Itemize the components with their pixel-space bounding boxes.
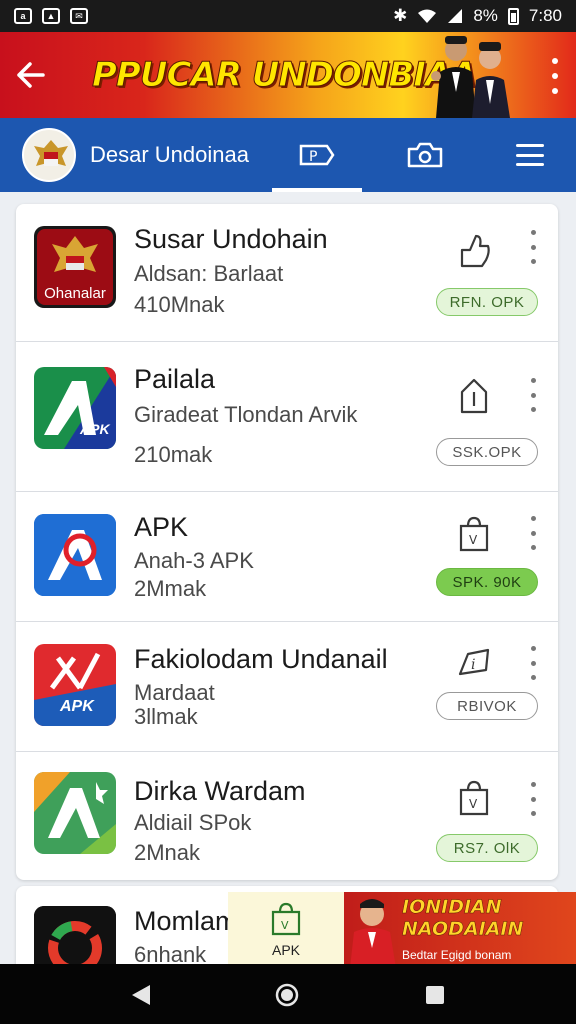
list-item[interactable]: APK Fakiolodam Undanail Mardaat 3llmak i…	[16, 622, 558, 752]
home-icon[interactable]	[274, 982, 300, 1008]
app-subtitle: Anah-3 APK	[134, 548, 254, 573]
app-size: 2Mnak	[134, 840, 201, 865]
ad-title-line2: NAODAIAIN	[402, 918, 524, 941]
ad-left-label: APK	[271, 942, 300, 958]
recents-icon[interactable]	[422, 982, 448, 1008]
image-icon: ▲	[42, 8, 60, 24]
thumbs-up-icon[interactable]	[456, 230, 492, 270]
app-name: Dirka Wardam	[134, 776, 306, 806]
app-icon-label: Ohanalar	[44, 285, 106, 302]
nav-bar: Desar Undoinaa P	[0, 118, 576, 192]
download-bag-icon[interactable]: V	[456, 778, 492, 818]
battery-percent: 8%	[473, 6, 498, 25]
app-subtitle: Giradeat Tlondan Arvik	[134, 402, 358, 427]
info-tag-icon[interactable]: i	[456, 644, 492, 684]
list-item[interactable]: APK Anah-3 APK 2Mmak V SPK. 90K	[16, 492, 558, 622]
more-options-button[interactable]	[526, 378, 540, 412]
app-subtitle: Aldsan: Barlaat	[134, 261, 284, 286]
svg-text:i: i	[471, 657, 475, 673]
download-button[interactable]: RFN. OPK	[436, 288, 538, 316]
app-name: Momlam	[134, 906, 238, 936]
app-icon-label: APK	[60, 698, 94, 715]
app-icon: APK	[34, 367, 116, 449]
ad-subtitle: Bedtar Egigd bonam	[402, 948, 512, 962]
ad-title-line1: IONIDIAN	[402, 896, 502, 919]
more-options-button[interactable]	[526, 782, 540, 816]
svg-text:P: P	[309, 149, 317, 165]
list-item[interactable]: APK Pailala Giradeat Tlondan Arvik 210ma…	[16, 342, 558, 492]
back-icon[interactable]	[128, 982, 154, 1008]
bluetooth-icon: ✱	[393, 6, 408, 25]
app-size: 210mak	[134, 442, 213, 467]
wifi-icon	[418, 9, 437, 23]
mail-icon: ✉	[70, 8, 88, 24]
app-subtitle: Aldiail SPok	[134, 810, 252, 835]
tab-store[interactable]: P	[272, 118, 362, 192]
app-icon	[34, 772, 116, 854]
store-tag-icon: P	[299, 144, 335, 166]
shopping-bag-icon[interactable]: V	[456, 514, 492, 554]
svg-text:V: V	[469, 797, 478, 811]
more-options-button[interactable]	[526, 516, 540, 550]
nav-title: Desar Undoinaa	[90, 142, 249, 167]
camera-icon	[407, 142, 443, 168]
app-icon-label: APK	[80, 421, 110, 437]
list-item[interactable]: Ohanalar Susar Undohain Aldsan: Barlaat …	[16, 204, 558, 342]
download-button[interactable]: SSK.OPK	[436, 438, 538, 466]
ad-person-image	[350, 899, 396, 968]
app-size: 3llmak	[134, 704, 198, 729]
bag-tag-icon[interactable]	[456, 376, 492, 416]
battery-icon	[507, 7, 519, 25]
tab-camera[interactable]	[380, 118, 470, 192]
clock: 7:80	[528, 6, 562, 25]
ad-title: IONIDIAN NAODAIAIN	[402, 896, 524, 941]
ad-right: IONIDIAN NAODAIAIN Bedtar Egigd bonam	[344, 892, 576, 968]
more-options-button[interactable]	[526, 646, 540, 680]
app-name: Pailala	[134, 364, 216, 394]
system-nav-bar	[0, 964, 576, 1024]
app-icon	[34, 514, 116, 596]
app-icon: APK	[34, 644, 116, 726]
banner-more-button[interactable]	[550, 58, 560, 94]
banner-title: PPUCAR UNDONBIAA	[92, 55, 478, 96]
arrow-left-icon	[17, 62, 45, 88]
signal-icon	[448, 9, 463, 23]
notification-a-icon: a	[14, 8, 32, 24]
svg-text:V: V	[469, 533, 478, 547]
banner-people-image	[431, 36, 510, 118]
download-button[interactable]: RS7. OlK	[436, 834, 538, 862]
app-icon: Ohanalar	[34, 226, 116, 308]
download-button[interactable]: SPK. 90K	[436, 568, 538, 596]
list-item[interactable]: Dirka Wardam Aldiail SPok 2Mnak V RS7. O…	[16, 752, 558, 880]
app-size: 2Mmak	[134, 576, 207, 601]
app-list: Ohanalar Susar Undohain Aldsan: Barlaat …	[16, 204, 558, 880]
app-subtitle: Mardaat	[134, 680, 215, 705]
app-name: APK	[134, 512, 189, 542]
download-button[interactable]: RBIVOK	[436, 692, 538, 720]
shopping-bag-icon: V	[271, 902, 301, 936]
menu-icon[interactable]	[516, 144, 544, 166]
app-name: Fakiolodam Undanail	[134, 644, 388, 674]
ad-banner[interactable]: V APK IONIDIAN NAODAIAIN Bedtar Egigd bo…	[228, 892, 576, 968]
app-size: 410Mnak	[134, 292, 225, 317]
status-bar: a ▲ ✉ ✱ 8% 7:80	[0, 0, 576, 32]
header-banner: PPUCAR UNDONBIAA	[0, 32, 576, 118]
emblem-icon	[34, 140, 68, 166]
back-button[interactable]	[0, 32, 62, 118]
more-options-button[interactable]	[526, 230, 540, 264]
ad-left: V APK	[228, 892, 344, 968]
svg-text:V: V	[281, 919, 289, 932]
app-name: Susar Undohain	[134, 224, 328, 254]
avatar[interactable]	[22, 128, 76, 182]
